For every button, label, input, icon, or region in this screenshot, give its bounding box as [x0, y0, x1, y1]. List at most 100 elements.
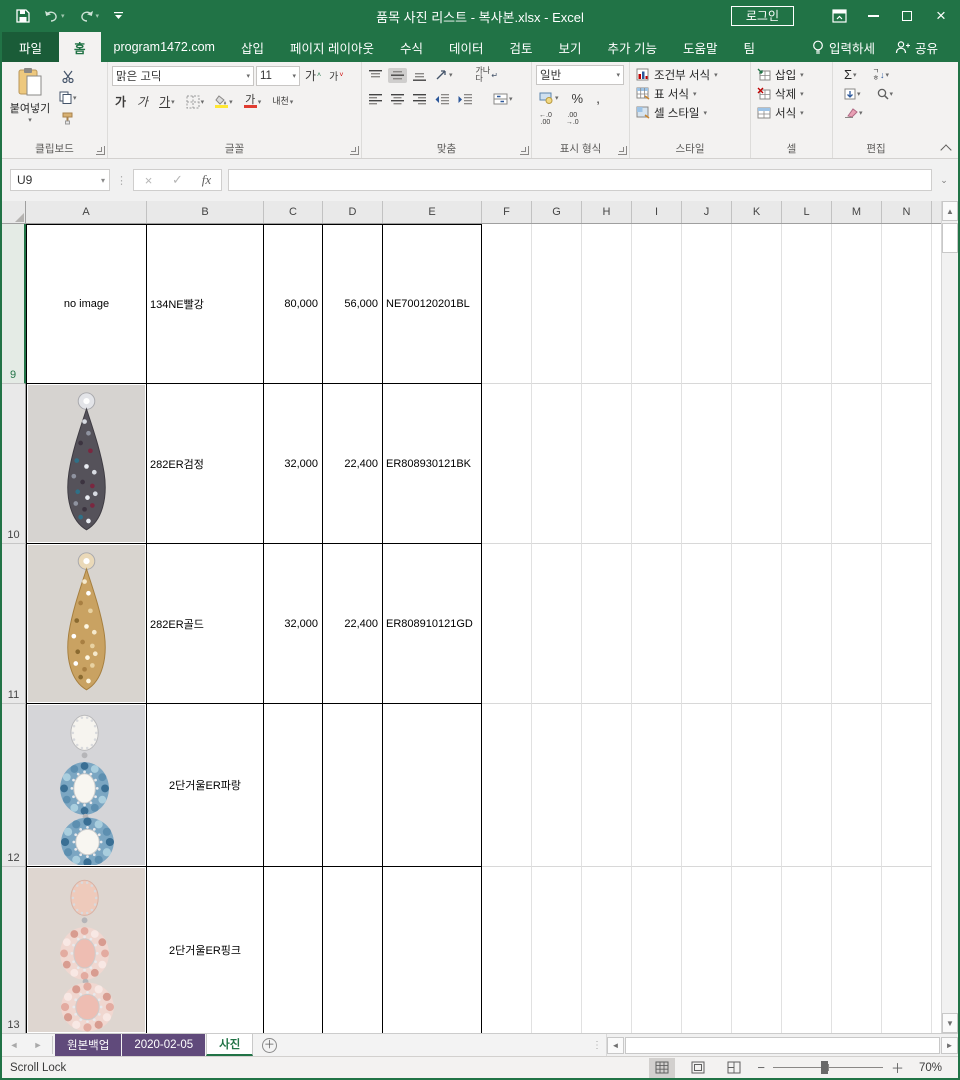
horizontal-scrollbar[interactable]: ◄ ► — [606, 1034, 958, 1056]
cell-M9[interactable] — [832, 224, 882, 384]
row-header-13[interactable]: 13 — [2, 867, 26, 1033]
comma-button[interactable]: , — [593, 88, 603, 108]
close-button[interactable]: × — [924, 0, 958, 32]
cell-H11[interactable] — [582, 544, 632, 704]
cell-H10[interactable] — [582, 384, 632, 544]
decrease-font-button[interactable]: 가˅ — [326, 66, 346, 85]
cell-M12[interactable] — [832, 704, 882, 867]
cell-I11[interactable] — [632, 544, 682, 704]
column-header-D[interactable]: D — [323, 201, 383, 223]
bold-button[interactable]: 가 — [112, 91, 129, 112]
merge-dropdown[interactable]: ▾ — [509, 95, 513, 103]
cell-J9[interactable] — [682, 224, 732, 384]
scroll-right-button[interactable]: ► — [941, 1037, 958, 1054]
cell-L11[interactable] — [782, 544, 832, 704]
cell-E13-code[interactable] — [383, 867, 482, 1033]
paste-button[interactable]: 붙여넣기 ▾ — [6, 65, 54, 142]
cell-F12[interactable] — [482, 704, 532, 867]
new-sheet-button[interactable]: ＋ — [254, 1034, 284, 1056]
insert-function-button[interactable]: fx — [192, 172, 221, 188]
orientation-dropdown[interactable]: ▾ — [449, 71, 453, 79]
customize-qat-button[interactable] — [113, 11, 124, 21]
align-middle-button[interactable] — [388, 68, 407, 83]
zoom-slider[interactable] — [773, 1067, 883, 1068]
cell-H13[interactable] — [582, 867, 632, 1033]
cell-N9[interactable] — [882, 224, 932, 384]
vertical-scroll-thumb[interactable] — [942, 223, 958, 253]
decrease-indent-button[interactable] — [432, 92, 452, 107]
increase-indent-button[interactable] — [455, 92, 475, 107]
cell-K12[interactable] — [732, 704, 782, 867]
align-center-button[interactable] — [388, 92, 407, 107]
cell-J13[interactable] — [682, 867, 732, 1033]
font-dialog-launcher[interactable] — [350, 146, 359, 155]
zoom-level[interactable]: 70% — [914, 1062, 942, 1074]
column-header-K[interactable]: K — [732, 201, 782, 223]
tab-view[interactable]: 보기 — [546, 32, 595, 62]
minimize-button[interactable] — [856, 0, 890, 32]
cut-button[interactable] — [56, 68, 80, 85]
product-image-gold-earring[interactable] — [27, 544, 146, 703]
select-all-corner[interactable] — [2, 201, 26, 223]
page-layout-view-button[interactable] — [685, 1058, 711, 1078]
page-break-view-button[interactable] — [721, 1058, 747, 1078]
cell-M11[interactable] — [832, 544, 882, 704]
cell-G10[interactable] — [532, 384, 582, 544]
percent-button[interactable]: % — [569, 89, 587, 108]
cell-E10-code[interactable]: ER808930121BK — [383, 384, 482, 544]
cell-N11[interactable] — [882, 544, 932, 704]
cell-K13[interactable] — [732, 867, 782, 1033]
column-header-N[interactable]: N — [882, 201, 932, 223]
cell-E9-code[interactable]: NE700120201BL — [383, 224, 482, 384]
underline-button[interactable]: 가▾ — [156, 91, 178, 112]
cell-H12[interactable] — [582, 704, 632, 867]
cell-N10[interactable] — [882, 384, 932, 544]
paste-dropdown[interactable]: ▾ — [28, 116, 32, 124]
cell-J10[interactable] — [682, 384, 732, 544]
tab-file[interactable]: 파일 — [2, 32, 59, 62]
cell-J12[interactable] — [682, 704, 732, 867]
cell-F10[interactable] — [482, 384, 532, 544]
sheet-tab-photos[interactable]: 사진 — [206, 1034, 253, 1056]
zoom-slider-thumb[interactable] — [821, 1061, 828, 1074]
sort-filter-button[interactable]: ㄱㅎ↓▾ — [870, 66, 892, 84]
wrap-text-button[interactable]: 가나 다↵ — [473, 65, 501, 85]
font-color-dropdown[interactable]: ▾ — [258, 98, 262, 106]
merge-center-button[interactable]: ▾ — [490, 91, 516, 107]
cell-N12[interactable] — [882, 704, 932, 867]
cell-I13[interactable] — [632, 867, 682, 1033]
cell-D9-sale[interactable]: 56,000 — [323, 224, 383, 384]
italic-button[interactable]: 가 — [134, 91, 151, 112]
copy-button[interactable]: ▾ — [56, 89, 80, 106]
clipboard-dialog-launcher[interactable] — [96, 146, 105, 155]
cell-B13-item-name[interactable]: 2단거울ER핑크 — [147, 867, 264, 1033]
row-header-12[interactable]: 12 — [2, 704, 26, 867]
formula-bar-splitter[interactable]: ⋮ — [116, 174, 127, 187]
scroll-down-button[interactable]: ▼ — [942, 1013, 958, 1033]
cell-G9[interactable] — [532, 224, 582, 384]
autosum-button[interactable]: Σ▾ — [841, 65, 860, 84]
tab-home[interactable]: 홈 — [59, 32, 101, 62]
cell-A13-photo[interactable] — [26, 867, 147, 1033]
column-header-J[interactable]: J — [682, 201, 732, 223]
fill-color-dropdown[interactable]: ▾ — [229, 98, 233, 106]
normal-view-button[interactable] — [649, 1058, 675, 1078]
insert-cells-button[interactable]: 삽입▾ — [757, 65, 828, 84]
login-button[interactable]: 로그인 — [731, 6, 794, 26]
orientation-button[interactable]: ▾ — [432, 67, 456, 83]
cell-C11-price[interactable]: 32,000 — [264, 544, 323, 704]
tab-help[interactable]: 도움말 — [670, 32, 731, 62]
cell-I10[interactable] — [632, 384, 682, 544]
tab-review[interactable]: 검토 — [497, 32, 546, 62]
format-cells-button[interactable]: 서식▾ — [757, 103, 828, 122]
cell-E11-code[interactable]: ER808910121GD — [383, 544, 482, 704]
row-header-9[interactable]: 9 — [2, 224, 26, 384]
cell-N13[interactable] — [882, 867, 932, 1033]
redo-button[interactable]: ▾ — [79, 10, 100, 22]
expand-formula-bar-button[interactable]: ⌄ — [936, 175, 952, 186]
cell-M10[interactable] — [832, 384, 882, 544]
column-header-A[interactable]: A — [26, 201, 147, 223]
cell-E12-code[interactable] — [383, 704, 482, 867]
product-image-blue-earring[interactable] — [27, 704, 146, 866]
cell-A11-photo[interactable] — [26, 544, 147, 704]
